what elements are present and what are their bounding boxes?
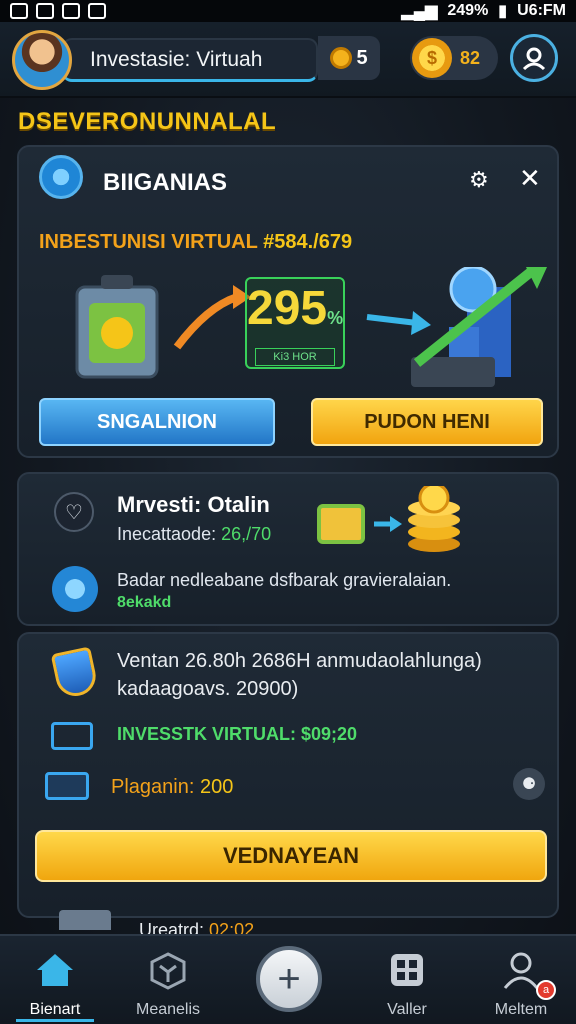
right-action-button[interactable]: PUDON HENI xyxy=(311,398,543,446)
status-bar: ▂▄▆ 249% ▮ U6:FM xyxy=(0,0,576,22)
nav-cubes-label: Meanelis xyxy=(135,1001,201,1018)
heart-icon: ♡ xyxy=(54,492,94,532)
percent-value: 295% xyxy=(247,279,343,348)
arrow-blue xyxy=(366,314,418,326)
primary-action-button[interactable]: VEDNAYEAN xyxy=(35,830,547,882)
settings-icon[interactable]: ⚙ xyxy=(469,167,489,193)
battery-cap xyxy=(101,275,133,289)
clock-text: U6:FM xyxy=(517,2,566,19)
status-sub-label: Inecattaode: xyxy=(117,524,217,544)
avatar[interactable] xyxy=(12,30,72,90)
investment-card: BIIGANIAS ⚙ ✕ INBESTUNISI VIRTUAL #584./… xyxy=(17,145,559,458)
notification-badge: a xyxy=(536,980,556,1000)
add-button[interactable]: + xyxy=(256,946,322,1012)
nav-grid[interactable]: Valler xyxy=(352,936,462,1024)
nav-home[interactable]: Bienart xyxy=(0,936,110,1024)
arrow-blue-head xyxy=(411,311,431,335)
nav-profile[interactable]: Meltem xyxy=(466,936,576,1024)
coin-count: 82 xyxy=(460,47,481,68)
profile-button[interactable] xyxy=(510,34,558,82)
profile-icon xyxy=(522,47,546,71)
notification-icons xyxy=(10,3,106,19)
target-icon xyxy=(62,3,80,19)
gear-icon xyxy=(39,155,83,199)
nav-grid-label: Valler xyxy=(387,1001,427,1018)
percent-sign: % xyxy=(327,308,344,328)
plan-label: Plaganin: xyxy=(111,776,195,798)
card-icon xyxy=(45,772,89,800)
invest-status-card: ♡ Mrvesti: Otalin Inecattaode: 26,/70 Ba… xyxy=(17,472,559,626)
invest-value: #584./679 xyxy=(263,231,353,253)
status-title: Mrvesti: Otalin xyxy=(117,492,270,517)
status-tag: 8ekakd xyxy=(117,594,172,611)
arrow-right-head xyxy=(390,516,402,532)
bottom-navigation: Bienart Meanelis + Valler Meltem a xyxy=(0,934,576,1024)
gem-icon xyxy=(330,47,353,69)
info-icon[interactable]: ⚈ xyxy=(513,768,545,800)
section-heading: DSEVERONUNNALAL xyxy=(18,108,277,135)
user-icon xyxy=(503,952,539,989)
app-title: Investasie: Virtuah xyxy=(90,47,263,71)
box-icon xyxy=(317,504,365,544)
percent-number: 295 xyxy=(247,282,328,335)
status-sub-value: 26,/70 xyxy=(221,524,272,544)
briefcase-icon xyxy=(59,910,111,930)
nav-home-label: Bienart xyxy=(29,1001,81,1018)
plan-line: Plaganin: 200 xyxy=(111,776,233,799)
card-title: BIIGANIAS xyxy=(103,169,228,196)
coin-icon: $ xyxy=(412,38,452,78)
invest-virtual-line: INVESSTK VIRTUAL: $09;20 xyxy=(117,724,358,744)
shield-icon xyxy=(50,646,100,700)
shield-small-icon xyxy=(88,3,106,19)
invest-label: INBESTUNISI VIRTUAL xyxy=(39,231,258,253)
percent-box: 295% Ki3 HOR xyxy=(245,277,345,369)
plus-icon: + xyxy=(277,956,301,1001)
left-action-button[interactable]: SNGALNION xyxy=(39,398,275,446)
details-line-1: Ventan 26.80h 2686H anmudaolahlunga) xyxy=(117,650,482,672)
coin-counter[interactable]: $ 82 xyxy=(410,36,498,80)
nav-profile-label: Meltem xyxy=(494,1001,548,1018)
gear-icon xyxy=(52,566,98,612)
coin-illustration xyxy=(101,317,133,349)
battery-icon: ▮ xyxy=(498,3,508,20)
details-line-2: kadaagoavs. 20900) xyxy=(117,678,299,700)
coins-illustration xyxy=(317,486,460,552)
app-title-pill[interactable]: Investasie: Virtuah xyxy=(62,38,318,82)
gem-count: 5 xyxy=(356,46,368,69)
nav-cubes[interactable]: Meanelis xyxy=(113,936,223,1024)
percent-sub: Ki3 HOR xyxy=(255,348,335,366)
mail-icon xyxy=(36,3,54,19)
gem-counter[interactable]: 5 xyxy=(318,36,380,80)
top-header: Investasie: Virtuah 5 $ 82 xyxy=(0,22,576,98)
arrow-orange xyxy=(173,293,239,350)
bank-icon xyxy=(51,722,93,750)
battery-text: 249% xyxy=(447,2,489,19)
home-icon xyxy=(37,954,73,986)
signal-icon: ▂▄▆ xyxy=(401,3,438,20)
details-card: Ventan 26.80h 2686H anmudaolahlunga) kad… xyxy=(17,632,559,940)
close-icon[interactable]: ✕ xyxy=(519,163,541,194)
grid-icon xyxy=(391,954,423,986)
gallery-icon xyxy=(10,3,28,19)
invest-summary: INBESTUNISI VIRTUAL #584./679 xyxy=(39,231,352,254)
status-description: Badar nedleabane dsfbarak gravieralaian. xyxy=(117,570,452,590)
status-sub: Inecattaode: 26,/70 xyxy=(117,524,271,545)
plan-value: 200 xyxy=(199,776,234,798)
cube-icon xyxy=(150,952,186,990)
